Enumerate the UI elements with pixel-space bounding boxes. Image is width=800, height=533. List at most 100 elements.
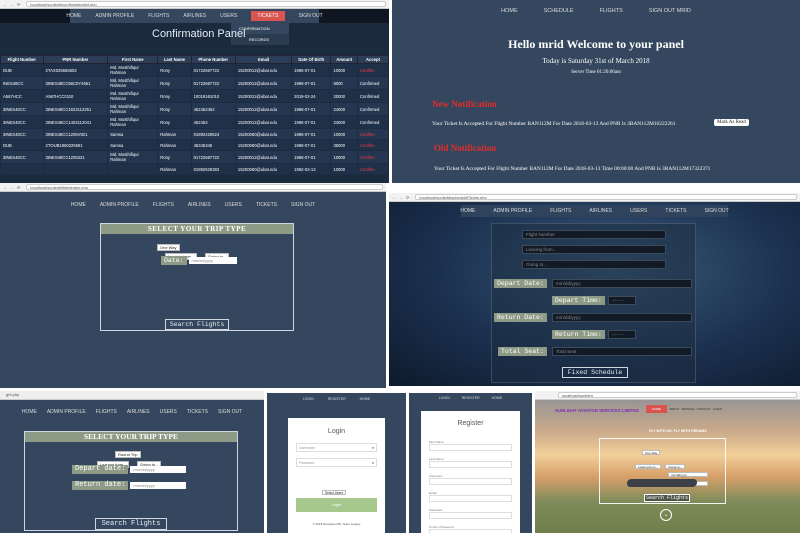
date-input[interactable]: mm/dd/yyyy [188, 257, 237, 264]
nav-item-service[interactable]: SERVICE [681, 407, 694, 411]
table-row: 3INES48CC 3INES48CC1622112251 Md. Mosthifi… [0, 102, 389, 116]
table-cell: A567HCC [0, 89, 44, 103]
nav-item-admin-profile[interactable]: ADMIN PROFILE [100, 202, 139, 208]
search-flights-button[interactable]: Search Flights [95, 518, 167, 530]
user-type-select[interactable]: Select Users [322, 490, 347, 495]
depart-date-input[interactable]: mm/dd/yyyy [130, 466, 187, 473]
nav-item-flights[interactable]: FLIGHTS [96, 409, 117, 415]
forward-icon[interactable]: → [399, 195, 403, 200]
total-seat-input[interactable]: Total Seat [552, 347, 692, 356]
address-bar[interactable]: localhost/sunlight/scheduleFlights.php [415, 194, 797, 200]
table-row: 3INES48CC 3INES48CC1205321 Md. Mosthifiqur… [0, 150, 389, 164]
nav-item-admin-profile[interactable]: ADMIN PROFILE [493, 208, 532, 214]
nav-item-home[interactable]: HOME [22, 409, 37, 415]
nav-item-airlines[interactable]: AIRLINES [589, 208, 612, 214]
nav-item-contact[interactable]: CONTACT [696, 407, 710, 411]
going-to-input[interactable]: Going to... [522, 260, 666, 269]
reload-icon[interactable]: ⟳ [17, 185, 20, 190]
nav-item-register[interactable]: REGISTER [462, 396, 480, 400]
nav-item-register[interactable]: REGISTER [328, 397, 346, 401]
address-bar[interactable]: localhost/sunlight/confirmationlist.php [26, 1, 386, 7]
table-cell: 15200060@ubat.edu [234, 139, 293, 151]
nav-item-tickets[interactable]: TICKETS [256, 202, 277, 208]
scroll-down-icon[interactable]: ⌄ [660, 509, 672, 521]
search-flights-button[interactable]: Search Flights [644, 494, 690, 502]
nav-item-home[interactable]: HOME [646, 405, 667, 413]
back-icon[interactable]: ← [3, 2, 7, 7]
nav-item-users[interactable]: USERS [220, 13, 237, 19]
depart-date-input[interactable]: mm/dd/yyyy [552, 279, 692, 288]
trip-type-title: SELECT YOUR TRIP TYPE [25, 432, 237, 442]
nav-item-login[interactable]: LOGIN [303, 397, 314, 401]
nav-item-flights[interactable]: FLIGHTS [148, 13, 169, 19]
return-date-input[interactable]: mm/dd/yyyy [130, 482, 187, 489]
nav-item-admin-profile[interactable]: ADMIN PROFILE [47, 409, 86, 415]
return-time-input[interactable]: --:-- -- [608, 330, 636, 339]
nav-item-home[interactable]: HOME [66, 13, 81, 19]
table-cell: 1996-07-01 [291, 76, 332, 90]
nav-item-users[interactable]: USERS [630, 208, 647, 214]
nav-item-tickets[interactable]: TICKETS [187, 409, 208, 415]
register-field-input[interactable] [429, 478, 512, 485]
nav-item-airlines[interactable]: AIRLINES [127, 409, 150, 415]
fixed-schedule-button[interactable]: Fixed Schedule [562, 367, 628, 378]
nav-item-sign-out[interactable]: SIGN OUT [218, 409, 242, 415]
nav-item-sign-out[interactable]: SIGN OUT [705, 208, 729, 214]
nav-item-about[interactable]: ABOUT [669, 407, 679, 411]
nav-item-tickets[interactable]: TICKETS [665, 208, 686, 214]
confirm-link[interactable]: Confirm [356, 139, 389, 151]
nav-item-home[interactable]: HOME [501, 8, 518, 14]
nav-item-users[interactable]: USERS [225, 202, 242, 208]
register-field-input[interactable] [429, 461, 512, 468]
nav-item-tickets[interactable]: TICKETS [251, 11, 285, 21]
password-input[interactable]: Password ■ [296, 458, 377, 467]
return-date-input[interactable]: mm/dd/yyyy [552, 313, 692, 322]
forward-icon[interactable]: → [10, 185, 14, 190]
nav-item-sign-out-mrid[interactable]: SIGN OUT MRID [649, 8, 691, 14]
confirm-link[interactable]: Confirm [356, 163, 389, 175]
register-field-input[interactable] [429, 529, 512, 533]
depart-time-input[interactable]: --:-- -- [608, 296, 636, 305]
register-field-input[interactable] [429, 495, 512, 502]
table-row: INES48CC 3INES48CC56C0Y4651 Md. Mosthifiqu… [0, 76, 389, 90]
search-flights-button[interactable]: Search Flights [165, 319, 229, 330]
nav-item-login[interactable]: LOGIN [439, 396, 450, 400]
nav-item-admin-profile[interactable]: ADMIN PROFILE [95, 13, 134, 19]
confirm-link[interactable]: Confirm [356, 128, 389, 140]
register-field-input[interactable] [429, 512, 512, 519]
nav-item-home[interactable]: HOME [71, 202, 86, 208]
back-icon[interactable]: ← [392, 195, 396, 200]
reload-icon[interactable]: ⟳ [17, 2, 20, 7]
nav-item-users[interactable]: USERS [160, 409, 177, 415]
reload-icon[interactable]: ⟳ [406, 195, 409, 200]
address-bar[interactable]: localhost/sunlight [558, 392, 797, 398]
login-card: Login Username ■ Password ■ Select Users… [288, 418, 385, 533]
nav-item-flights[interactable]: FLIGHTS [550, 208, 571, 214]
leaving-from-input[interactable]: Leaving from... [522, 245, 666, 254]
nav-item-flights[interactable]: FLIGHTS [153, 202, 174, 208]
username-input[interactable]: Username ■ [296, 443, 377, 452]
nav-item-sign-out[interactable]: SIGN OUT [291, 202, 315, 208]
nav-item-airlines[interactable]: AIRLINES [188, 202, 211, 208]
flight-number-input[interactable]: Flight Number [522, 230, 666, 239]
nav-item-home[interactable]: HOME [492, 396, 503, 400]
address-bar[interactable]: ght.php [3, 392, 261, 398]
nav-item-schedule[interactable]: SCHEDULE [544, 8, 574, 14]
table-cell: Rony [157, 150, 192, 164]
register-field-input[interactable] [429, 444, 512, 451]
nav-item-home[interactable]: HOME [460, 208, 475, 214]
address-bar[interactable]: localhost/sunlight/flightindex.php [26, 184, 383, 190]
nav-item-flights[interactable]: FLIGHTS [600, 8, 623, 14]
nav-item-sign-out[interactable]: SIGN OUT [299, 13, 323, 19]
nav-item-airlines[interactable]: AIRLINES [183, 13, 206, 19]
login-button[interactable]: Login [296, 498, 377, 512]
column-header: Last Name [157, 55, 192, 64]
mark-as-read-button[interactable]: Mark As Read [714, 119, 749, 126]
nav-item-login[interactable]: LOGIN [713, 407, 722, 411]
back-icon[interactable]: ← [3, 185, 7, 190]
confirm-link[interactable]: Confirm [356, 150, 389, 164]
forward-icon[interactable]: → [10, 2, 14, 7]
confirm-link[interactable]: Confirm [356, 63, 389, 77]
nav-item-home[interactable]: HOME [360, 397, 371, 401]
leaving-from-select[interactable]: Leaving from... [635, 464, 661, 469]
